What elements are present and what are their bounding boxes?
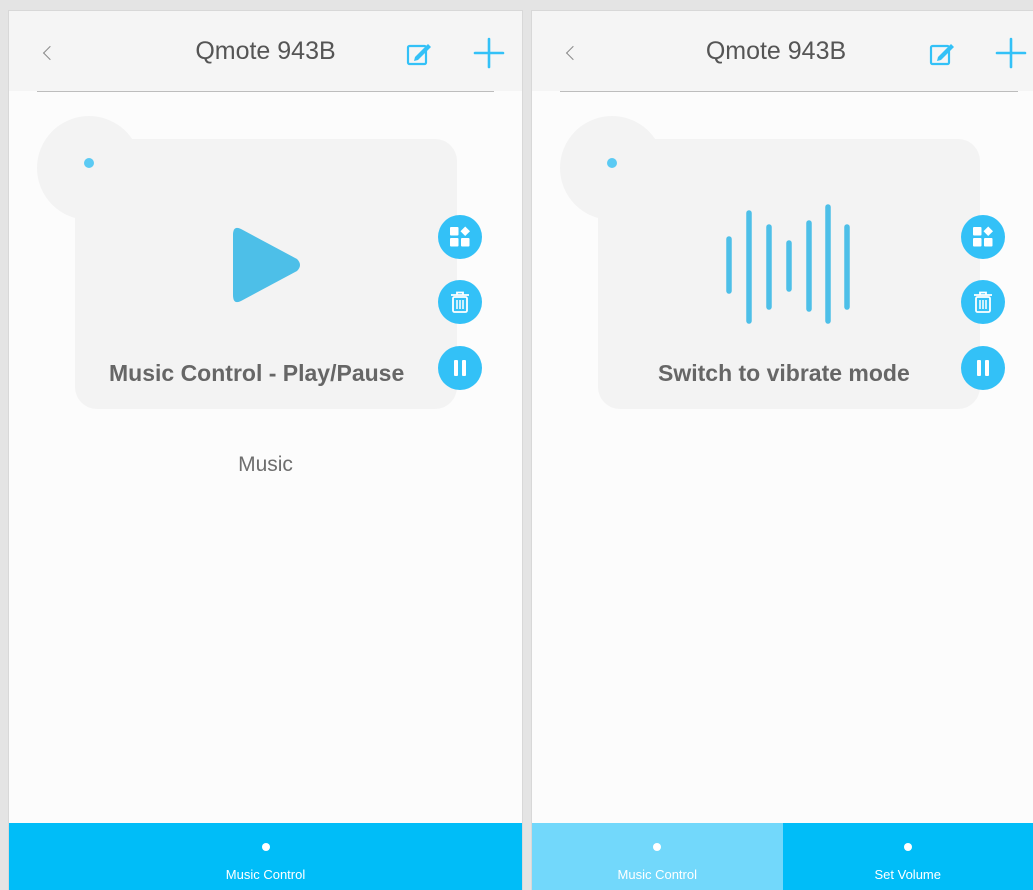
- category-button[interactable]: [961, 215, 1005, 259]
- action-label: Music Control - Play/Pause: [109, 360, 405, 386]
- card-corner-badge: [560, 116, 664, 220]
- tab-indicator-dot: [903, 843, 912, 851]
- trash-icon: [451, 291, 469, 313]
- app-header: Qmote 943B: [9, 11, 522, 91]
- pause-icon: [977, 360, 989, 376]
- page-title: Qmote 943B: [195, 37, 336, 65]
- indicator-dot: [607, 158, 617, 168]
- bottom-tab-bar: Music Control Set Volume: [532, 823, 1033, 890]
- tab-label: Music Control: [617, 867, 697, 882]
- pause-icon: [454, 360, 466, 376]
- tab-indicator-dot: [653, 843, 662, 851]
- delete-button[interactable]: [961, 280, 1005, 324]
- vibrate-bars-icon[interactable]: [722, 203, 854, 327]
- category-icon: [973, 226, 993, 247]
- trash-icon: [974, 291, 992, 313]
- tab-music-control[interactable]: Music Control: [9, 823, 522, 890]
- edit-icon[interactable]: [929, 40, 955, 66]
- tab-indicator-dot: [261, 843, 270, 851]
- card-corner-badge: [37, 116, 141, 220]
- edit-icon[interactable]: [406, 40, 432, 66]
- phone-screen-right: Qmote 943B Switch to vibrate mode Music …: [531, 10, 1033, 890]
- category-button[interactable]: [438, 215, 482, 259]
- category-icon: [450, 226, 470, 247]
- phone-screen-left: Qmote 943B Music Control - Play/Pause Mu…: [8, 10, 523, 890]
- bottom-tab-bar: Music Control: [9, 823, 522, 890]
- play-icon[interactable]: [231, 225, 303, 305]
- app-header: Qmote 943B: [532, 11, 1033, 91]
- tab-label: Music Control: [225, 867, 306, 882]
- tab-set-volume[interactable]: Set Volume: [782, 823, 1033, 890]
- section-label: Music: [238, 453, 293, 476]
- pause-button[interactable]: [438, 346, 482, 390]
- pause-button[interactable]: [961, 346, 1005, 390]
- tab-label: Set Volume: [874, 867, 942, 882]
- action-label: Switch to vibrate mode: [658, 360, 910, 386]
- delete-button[interactable]: [438, 280, 482, 324]
- indicator-dot: [84, 158, 94, 168]
- header-divider: [37, 91, 494, 92]
- tab-music-control[interactable]: Music Control: [532, 823, 783, 890]
- plus-icon[interactable]: [472, 36, 506, 70]
- header-divider: [560, 91, 1018, 92]
- plus-icon[interactable]: [994, 36, 1028, 70]
